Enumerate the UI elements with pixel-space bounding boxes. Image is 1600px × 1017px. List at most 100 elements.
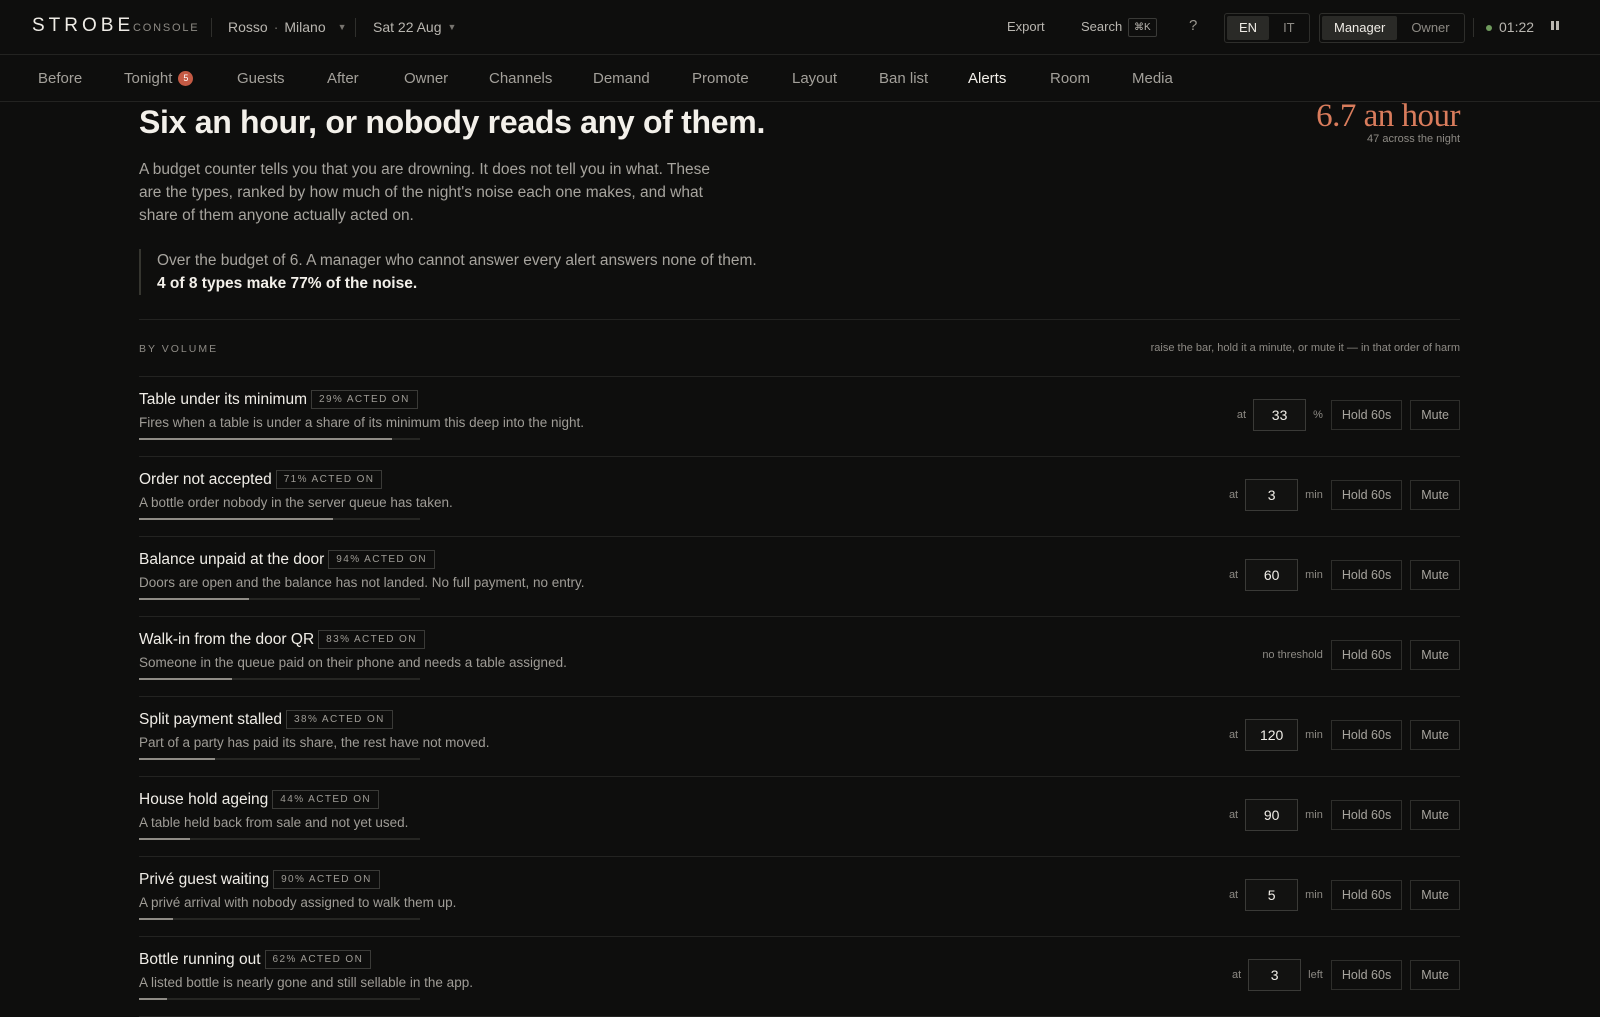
alert-type-row: Table under its minimum 29% ACTED ON Fires… [139,377,1460,457]
brand-logo[interactable]: STROBE [32,15,134,37]
nav-tab-before[interactable]: Before [38,70,82,87]
venue-selector[interactable]: Rosso · Milano ▼ [228,19,347,35]
volume-bar [139,438,420,440]
date-selector[interactable]: Sat 22 Aug ▼ [373,19,456,35]
lang-option-en[interactable]: EN [1227,16,1270,40]
nav-tab-label: Owner [404,70,449,87]
divider [355,18,356,37]
mute-button[interactable]: Mute [1410,640,1460,670]
callout-text: Over the budget of 6. A manager who cann… [157,252,757,269]
alert-controls: at min Hold 60sMute [1229,559,1460,591]
hold-60s-button[interactable]: Hold 60s [1330,880,1403,910]
alert-type-name: Split payment stalled [139,710,283,728]
mute-button[interactable]: Mute [1410,480,1460,510]
export-button[interactable]: Export [1007,19,1045,34]
alert-type-row: Order not accepted 71% ACTED ON A bottle o… [139,457,1460,537]
volume-bar-fill [139,438,392,440]
page-title: Six an hour, or nobody reads any of them… [139,104,766,140]
threshold-input[interactable] [1245,719,1299,751]
venue-city: Milano [284,19,326,35]
alert-controls: at% Hold 60sMute [1237,399,1460,431]
acted-on-badge: 83% ACTED ON [318,630,425,649]
nav-tab-owner[interactable]: Owner [404,70,448,87]
acted-on-badge: 94% ACTED ON [328,550,435,569]
alert-type-name: House hold ageing [139,790,269,808]
threshold-at-label: at [1228,889,1239,901]
alert-type-description: Part of a party has paid its share, the … [139,735,490,750]
acted-on-badge: 44% ACTED ON [272,790,379,809]
threshold-input[interactable] [1253,399,1307,431]
nav-tab-guests[interactable]: Guests [237,70,285,87]
nav-tab-promote[interactable]: Promote [692,70,749,87]
nav-tab-alerts[interactable]: Alerts [968,70,1006,87]
alert-type-description: Someone in the queue paid on their phone… [139,655,567,670]
hold-60s-button[interactable]: Hold 60s [1330,640,1403,670]
volume-bar [139,518,420,520]
volume-bar [139,758,420,760]
alert-type-row: Split payment stalled 38% ACTED ON Part of… [139,697,1460,777]
threshold-input[interactable] [1248,959,1302,991]
divider [139,319,1460,320]
mute-button[interactable]: Mute [1410,720,1460,750]
alert-controls: no threshold Hold 60s Mute [1262,639,1460,671]
nav-tab-label: Channels [489,70,553,87]
threshold-input[interactable] [1245,879,1299,911]
nav-tab-tonight[interactable]: Tonight 5 [124,70,194,87]
hold-60s-button[interactable]: Hold 60s [1330,720,1403,750]
hold-60s-button[interactable]: Hold 60s [1330,960,1403,990]
threshold-input[interactable] [1245,799,1299,831]
nav-tab-label: Promote [692,70,749,87]
pause-icon[interactable] [1551,21,1561,32]
hold-60s-button[interactable]: Hold 60s [1330,480,1403,510]
nav-tab-label: Before [38,70,83,87]
threshold-input[interactable] [1245,559,1299,591]
top-bar: STROBE CONSOLE Rosso · Milano ▼ Sat 22 A… [0,0,1600,55]
venue-name: Rosso [228,19,268,35]
divider [211,18,212,37]
brand-subtitle: CONSOLE [133,22,200,34]
nav-tab-label: Tonight [124,70,173,87]
live-indicator [1486,25,1492,31]
venue-separator: · [273,19,279,35]
lang-option-it[interactable]: IT [1271,16,1307,40]
nav-tab-layout[interactable]: Layout [792,70,837,87]
volume-bar [139,598,420,600]
hold-60s-button[interactable]: Hold 60s [1330,560,1403,590]
mute-button[interactable]: Mute [1410,800,1460,830]
alert-type-title: Bottle running out 62% ACTED ON [139,950,372,969]
alert-type-title: Split payment stalled 38% ACTED ON [139,710,393,729]
mute-button[interactable]: Mute [1410,560,1460,590]
threshold-unit: min [1305,569,1323,581]
main-nav: Before Tonight 5 Guests After Owner Channels De… [0,55,1600,102]
hold-60s-button[interactable]: Hold 60s [1330,800,1403,830]
nav-tab-room[interactable]: Room [1050,70,1090,87]
acted-on-badge: 71% ACTED ON [275,470,383,489]
no-threshold-label: no threshold [1262,649,1323,661]
acted-on-badge: 90% ACTED ON [273,870,380,889]
mute-button[interactable]: Mute [1410,960,1460,990]
budget-callout: Over the budget of 6. A manager who cann… [139,249,769,295]
nav-tab-label: Ban list [879,70,929,87]
alert-type-title: Walk-in from the door QR 83% ACTED ON [139,630,425,649]
threshold-unit: min [1305,489,1323,501]
role-option-owner[interactable]: Owner [1399,16,1461,40]
volume-bar [139,918,420,920]
nav-tab-channels[interactable]: Channels [489,70,552,87]
nav-tab-media[interactable]: Media [1132,70,1173,87]
nav-tab-after[interactable]: After [327,70,359,87]
threshold-input[interactable] [1245,479,1299,511]
search-button[interactable]: Search [1081,19,1122,34]
mute-button[interactable]: Mute [1410,880,1460,910]
nav-tab-label: After [327,70,359,87]
hold-60s-button[interactable]: Hold 60s [1330,400,1403,430]
alert-controls: at min Hold 60sMute [1229,479,1460,511]
nav-tab-label: Layout [792,70,838,87]
role-option-manager[interactable]: Manager [1322,16,1398,40]
notification-badge: 5 [178,71,194,86]
nav-tab-ban-list[interactable]: Ban list [879,70,928,87]
nav-tab-demand[interactable]: Demand [593,70,650,87]
alert-type-row: Balance unpaid at the door 94% ACTED ON Do… [139,537,1460,617]
mute-button[interactable]: Mute [1410,400,1460,430]
alert-type-row: Walk-in from the door QR 83% ACTED ON Some… [139,617,1460,697]
help-icon[interactable]: ? [1189,17,1197,34]
